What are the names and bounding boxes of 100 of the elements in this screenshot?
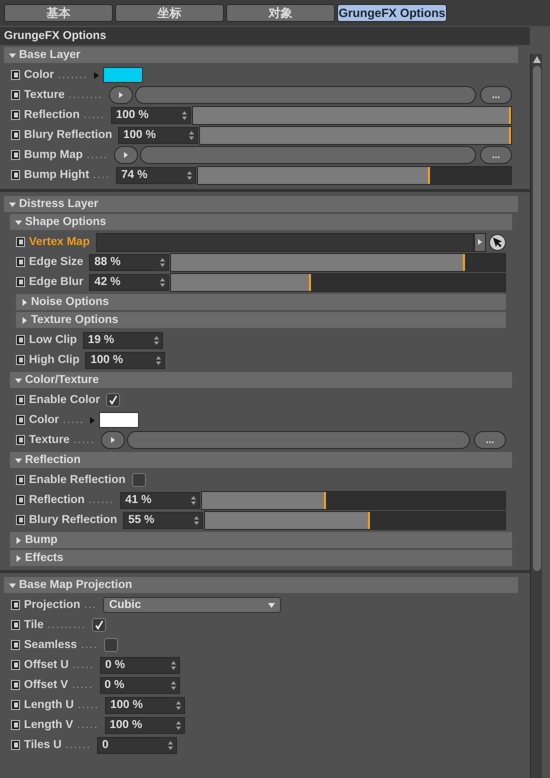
leader-dots: ...... xyxy=(66,740,92,750)
browse-button[interactable]: ... xyxy=(480,86,512,104)
number-field[interactable]: 88 % xyxy=(89,254,170,270)
slider-fill[interactable] xyxy=(171,274,312,290)
field-label: Reflection xyxy=(24,109,80,121)
leader-dots: ..... xyxy=(77,720,99,730)
spinner-icon xyxy=(160,258,166,266)
leader-dots: ..... xyxy=(74,434,96,446)
tab[interactable]: 坐标 xyxy=(115,4,224,22)
arrow-button[interactable] xyxy=(101,431,126,449)
arrow-button[interactable] xyxy=(108,86,133,104)
leader-dots: ........ xyxy=(68,90,103,100)
leader-dots: ..... xyxy=(78,700,100,710)
field-label: Bump Hight xyxy=(24,169,90,181)
slider-fill[interactable] xyxy=(205,512,370,528)
spinner-icon xyxy=(187,170,192,180)
link-field[interactable] xyxy=(96,232,474,252)
tab[interactable]: 基本 xyxy=(4,4,113,22)
slider-fill[interactable] xyxy=(202,492,326,508)
group-header[interactable]: Bump xyxy=(10,532,512,548)
number-field[interactable]: 74 % xyxy=(116,166,196,184)
number-field[interactable]: 100 % xyxy=(85,352,166,368)
number-field[interactable]: 0 xyxy=(97,736,178,754)
scroll-up-icon xyxy=(532,56,540,63)
caret-down-icon xyxy=(15,218,22,226)
checkbox[interactable] xyxy=(132,473,146,487)
number-field[interactable]: 42 % xyxy=(89,274,170,290)
arrow-button[interactable] xyxy=(474,232,486,252)
pointer-icon[interactable] xyxy=(489,234,506,250)
dropdown[interactable]: Cubic xyxy=(103,597,282,613)
texture-field[interactable] xyxy=(140,146,476,164)
group-header[interactable]: Noise Options xyxy=(16,294,506,310)
scrollbar[interactable] xyxy=(530,54,542,778)
field-label: Tile xyxy=(24,619,44,631)
spinner-icon xyxy=(191,496,196,504)
browse-button[interactable]: ... xyxy=(480,146,512,164)
field-label: Blury Reflection xyxy=(24,129,112,141)
leader-dots: ..... xyxy=(63,414,84,426)
checkbox[interactable] xyxy=(106,393,120,407)
arrow-button[interactable] xyxy=(114,146,138,164)
leader-dots: ..... xyxy=(72,660,94,670)
field-label: Low Clip xyxy=(29,334,77,346)
caret-right-icon xyxy=(21,316,28,324)
field-label: Seamless xyxy=(24,639,78,651)
tab[interactable]: GrungeFX Options xyxy=(337,4,447,22)
slider-fill[interactable] xyxy=(198,166,430,184)
field-label: Bump Map xyxy=(24,149,83,161)
triangle-icon xyxy=(124,152,128,158)
spinner-icon xyxy=(171,660,176,670)
leader-dots: ......... xyxy=(48,620,86,630)
number-field[interactable]: 100 % xyxy=(104,716,185,734)
number-field[interactable]: 0 % xyxy=(100,676,180,694)
tab[interactable]: 对象 xyxy=(226,4,335,22)
spinner-icon xyxy=(182,110,187,120)
group-header[interactable]: Texture Options xyxy=(16,312,506,328)
group-header[interactable]: Distress Layer xyxy=(4,196,518,212)
checkbox[interactable] xyxy=(92,618,106,632)
number-field[interactable]: 0 % xyxy=(100,656,180,674)
checkbox[interactable] xyxy=(104,638,118,652)
spinner-icon xyxy=(176,700,182,710)
number-field[interactable]: 100 % xyxy=(118,126,198,144)
caret-down-icon xyxy=(9,582,16,588)
group-header[interactable]: Effects xyxy=(10,550,512,566)
field-label: Length V xyxy=(24,719,74,731)
number-field[interactable]: 19 % xyxy=(82,332,163,348)
slider-fill[interactable] xyxy=(171,254,465,270)
number-field[interactable]: 100 % xyxy=(105,696,186,714)
field-label: Vertex Map xyxy=(29,236,90,248)
caret-down-icon xyxy=(9,200,16,208)
number-field[interactable]: 100 % xyxy=(111,106,191,124)
color-swatch[interactable] xyxy=(99,412,140,428)
field-label: Offset U xyxy=(24,659,69,671)
spinner-icon xyxy=(156,356,162,364)
field-label: Texture xyxy=(29,434,70,446)
leader-dots: ..... xyxy=(72,680,94,690)
group-header[interactable]: Base Layer xyxy=(4,47,518,63)
leader-dots: ... xyxy=(84,600,98,610)
caret-down-icon xyxy=(15,376,22,384)
group-header[interactable]: Color/Texture xyxy=(10,372,512,388)
leader-dots: .... xyxy=(81,640,98,650)
color-swatch[interactable] xyxy=(102,67,143,83)
texture-field[interactable] xyxy=(127,431,470,449)
field-label: Color xyxy=(29,414,60,426)
number-field[interactable]: 55 % xyxy=(123,512,204,528)
group-header[interactable]: Base Map Projection xyxy=(4,577,518,593)
leader-dots: ....... xyxy=(58,70,88,80)
group-header[interactable]: Shape Options xyxy=(10,214,512,230)
field-label: High Clip xyxy=(29,354,80,366)
triangle-icon xyxy=(118,92,123,98)
spinner-icon xyxy=(160,278,166,286)
browse-button[interactable]: ... xyxy=(474,431,506,449)
panel-title: GrungeFX Options xyxy=(0,27,530,45)
leader-dots: ..... xyxy=(84,110,105,120)
spinner-icon xyxy=(189,130,194,140)
number-field[interactable]: 41 % xyxy=(120,492,200,508)
group-header[interactable]: Reflection xyxy=(10,452,512,468)
spinner-icon xyxy=(194,516,200,524)
texture-field[interactable] xyxy=(134,86,476,104)
spinner-icon xyxy=(176,720,181,730)
caret-right-icon xyxy=(15,554,22,562)
